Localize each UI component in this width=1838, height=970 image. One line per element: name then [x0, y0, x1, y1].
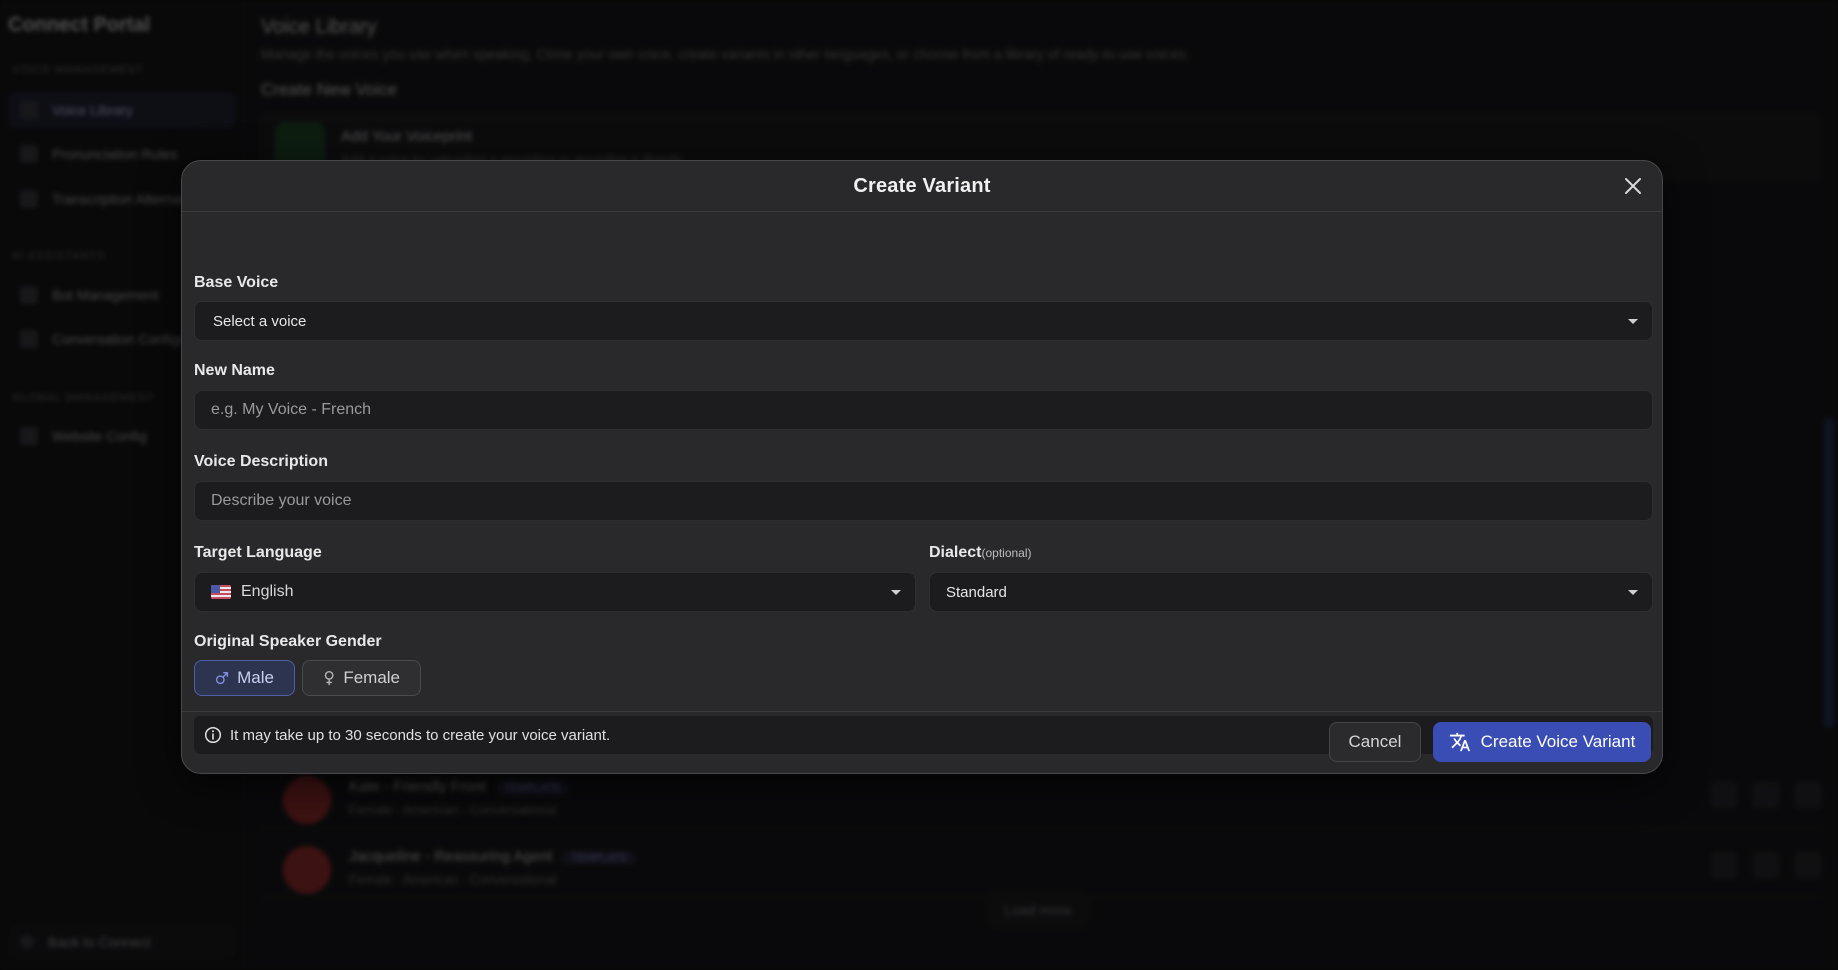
gender-label: Original Speaker Gender [194, 633, 382, 650]
dialect-select[interactable]: Standard [929, 572, 1653, 612]
chevron-down-icon [891, 590, 901, 595]
description-label: Voice Description [194, 453, 328, 470]
base-voice-value: Select a voice [213, 312, 307, 330]
translate-icon [1449, 732, 1470, 752]
create-variant-dialog: Create Variant Base Voice Select a voice… [181, 160, 1663, 774]
target-language-select[interactable]: English [194, 572, 916, 612]
gender-female-button[interactable]: Female [302, 660, 421, 696]
new-name-field [194, 390, 1653, 430]
dialog-title: Create Variant [853, 174, 991, 197]
chevron-down-icon [1628, 590, 1638, 595]
base-voice-label: Base Voice [194, 274, 279, 291]
gender-male-label: Male [237, 668, 274, 687]
us-flag-icon [211, 585, 231, 599]
close-icon [1625, 178, 1641, 194]
create-button-label: Create Voice Variant [1480, 732, 1636, 751]
female-icon [324, 670, 334, 686]
new-name-input[interactable] [195, 391, 1652, 429]
dialect-label-text: Dialect [929, 544, 982, 561]
dialect-value: Standard [946, 583, 1007, 601]
dialect-label: Dialect(optional) [929, 544, 1032, 562]
chevron-down-icon [1628, 319, 1638, 324]
target-language-value: English [241, 583, 294, 600]
gender-female-label: Female [343, 668, 400, 687]
target-language-label: Target Language [194, 544, 322, 561]
dialect-optional-hint: (optional) [981, 546, 1032, 560]
gender-male-button[interactable]: Male [194, 660, 295, 696]
new-name-label: New Name [194, 362, 275, 379]
description-input[interactable] [195, 482, 1652, 520]
male-icon [215, 671, 229, 685]
base-voice-select[interactable]: Select a voice [194, 301, 1653, 341]
cancel-button[interactable]: Cancel [1329, 722, 1421, 762]
dialog-footer: Cancel Create Voice Variant [182, 711, 1662, 773]
create-voice-variant-button[interactable]: Create Voice Variant [1433, 722, 1651, 762]
close-button[interactable] [1620, 173, 1646, 199]
description-field [194, 481, 1653, 521]
dialog-header: Create Variant [182, 161, 1662, 212]
